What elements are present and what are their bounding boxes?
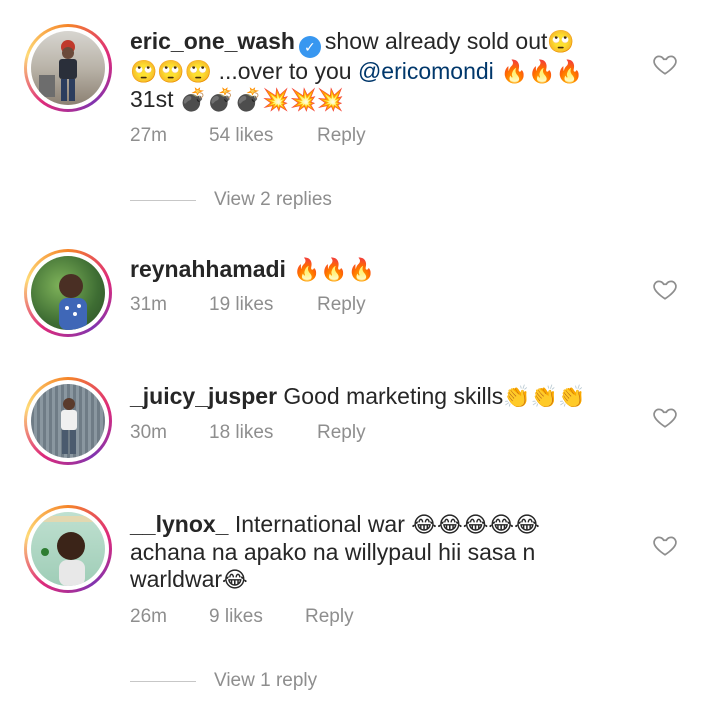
likes-count[interactable]: 18 likes <box>209 422 317 444</box>
comment-meta: 27m 54 likes Reply <box>130 125 366 147</box>
comment-meta: 31m 19 likes Reply <box>130 294 366 316</box>
reply-button[interactable]: Reply <box>317 294 366 316</box>
view-replies-button[interactable]: View 2 replies <box>130 189 332 211</box>
heart-outline-icon[interactable] <box>652 404 678 430</box>
view-replies-button[interactable]: View 1 reply <box>130 670 317 692</box>
divider-line <box>130 680 196 682</box>
comment-body: show already sold out <box>324 28 548 54</box>
mention-link[interactable]: @ericomondi <box>358 58 494 84</box>
avatar-eric-one-wash[interactable] <box>24 24 112 112</box>
username[interactable]: eric_one_wash <box>130 28 295 54</box>
emoji: 🔥🔥🔥 <box>493 60 583 85</box>
avatar-lynox[interactable] <box>24 505 112 593</box>
username[interactable]: _juicy_jusper <box>130 383 277 409</box>
avatar-reynahhamadi[interactable] <box>24 249 112 337</box>
comment-body: Good marketing skills <box>277 383 504 409</box>
likes-count[interactable]: 54 likes <box>209 125 317 147</box>
comment-text: eric_one_wash ✓ show already sold out🙄 🙄🙄🙄… <box>130 28 630 114</box>
comment-meta: 26m 9 likes Reply <box>130 606 354 628</box>
divider-line <box>130 199 196 201</box>
avatar-image <box>31 384 105 458</box>
verified-badge-icon: ✓ <box>298 36 321 58</box>
comment-text: __lynox_ International war 😂😂😂😂😂 achana … <box>130 511 630 594</box>
comment-meta: 30m 18 likes Reply <box>130 422 366 444</box>
view-replies-label: View 1 reply <box>214 670 318 691</box>
heart-outline-icon[interactable] <box>652 51 678 77</box>
timestamp: 27m <box>130 125 167 146</box>
emoji: 👏👏👏 <box>503 385 586 410</box>
heart-outline-icon[interactable] <box>652 532 678 558</box>
avatar-juicy-jusper[interactable] <box>24 377 112 465</box>
likes-count[interactable]: 19 likes <box>209 294 317 316</box>
avatar-image <box>31 31 105 105</box>
emoji: 💣💣💣💥💥💥 <box>179 88 345 113</box>
likes-count[interactable]: 9 likes <box>209 606 305 628</box>
comment-text: _juicy_jusper Good marketing skills👏👏👏 <box>130 383 630 411</box>
avatar-image <box>31 512 105 586</box>
comment-body: 31st <box>130 86 180 112</box>
comment-body: achana na apako na willypaul hii sasa n … <box>130 539 536 592</box>
emoji: 🙄🙄🙄 <box>130 60 213 85</box>
emoji: 😂 <box>222 568 248 593</box>
username[interactable]: reynahhamadi <box>130 256 286 282</box>
avatar-image <box>31 256 105 330</box>
emoji: 🔥🔥🔥 <box>285 258 376 283</box>
comment-body: ...over to you <box>212 58 358 84</box>
emoji: 🙄 <box>547 30 575 55</box>
timestamp: 26m <box>130 606 167 627</box>
reply-button[interactable]: Reply <box>317 125 366 147</box>
timestamp: 30m <box>130 422 167 443</box>
reply-button[interactable]: Reply <box>305 606 354 628</box>
view-replies-label: View 2 replies <box>214 189 332 210</box>
reply-button[interactable]: Reply <box>317 422 366 444</box>
heart-outline-icon[interactable] <box>652 276 678 302</box>
emoji: 😂😂😂😂😂 <box>411 513 540 538</box>
comment-text: reynahhamadi 🔥🔥🔥 <box>130 256 630 284</box>
comment-body: International war <box>228 511 412 537</box>
username[interactable]: __lynox_ <box>130 511 228 537</box>
timestamp: 31m <box>130 294 167 315</box>
